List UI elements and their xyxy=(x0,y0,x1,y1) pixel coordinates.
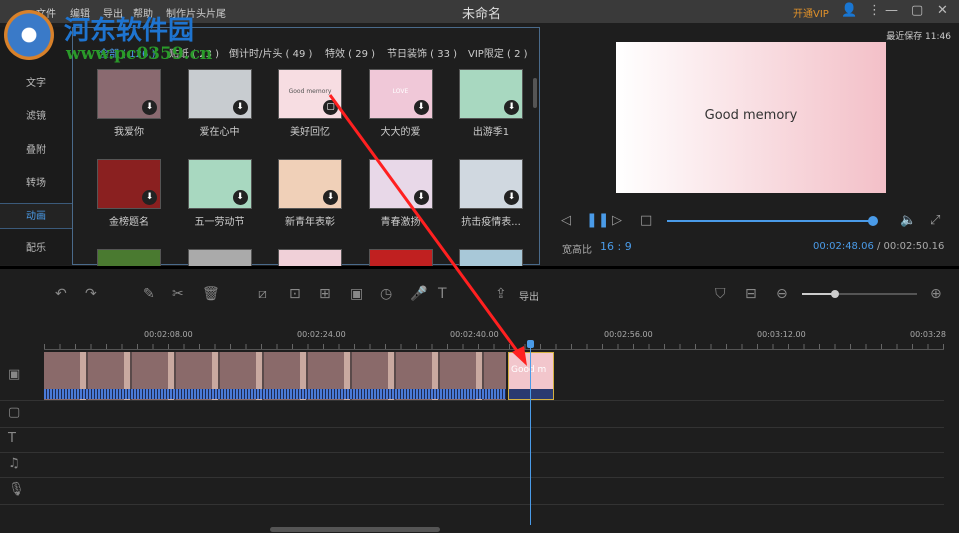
export-icon[interactable]: ⇪ xyxy=(495,286,507,302)
speed-icon[interactable]: ◷ xyxy=(380,286,392,302)
zoom-in-icon[interactable]: ⊕ xyxy=(930,286,942,302)
time-tick: 00:03:12.00 xyxy=(757,330,806,339)
record-icon[interactable]: 🎤 xyxy=(410,286,427,302)
time-tick: 00:03:28 xyxy=(910,330,946,339)
time-tick: 00:02:56.00 xyxy=(604,330,653,339)
zoom-fit-icon[interactable]: ⊡ xyxy=(289,286,301,302)
undo-icon[interactable]: ↶ xyxy=(55,286,67,302)
sidebar-item[interactable]: 动画 xyxy=(0,203,72,229)
sidebar-item[interactable]: 文字 xyxy=(0,71,72,97)
marker-icon[interactable]: ⛉ xyxy=(715,286,726,302)
time-tick: 00:02:08.00 xyxy=(144,330,193,339)
zoom-out-icon[interactable]: ⊖ xyxy=(776,286,788,302)
mosaic-icon[interactable]: ⊞ xyxy=(319,286,331,302)
redo-icon[interactable]: ↷ xyxy=(85,286,97,302)
crop-icon[interactable]: ⧄ xyxy=(258,286,267,302)
freeze-icon[interactable]: ▣ xyxy=(350,286,363,302)
edit-icon[interactable]: ✎ xyxy=(143,286,155,302)
text-speech-icon[interactable]: T xyxy=(438,286,447,302)
time-tick: 00:02:40.00 xyxy=(450,330,499,339)
sidebar-item[interactable]: 配乐 xyxy=(0,236,72,262)
sidebar-item[interactable]: 滤镜 xyxy=(0,104,72,130)
time-tick: 00:02:24.00 xyxy=(297,330,346,339)
annotation-arrow xyxy=(328,94,527,366)
sidebar-item[interactable]: 转场 xyxy=(0,171,72,197)
cut-icon[interactable]: ✂ xyxy=(172,286,184,302)
fit-icon[interactable]: ⊟ xyxy=(745,286,757,302)
delete-icon[interactable]: 🗑 xyxy=(202,286,220,302)
sidebar-item[interactable]: 叠附 xyxy=(0,138,72,164)
